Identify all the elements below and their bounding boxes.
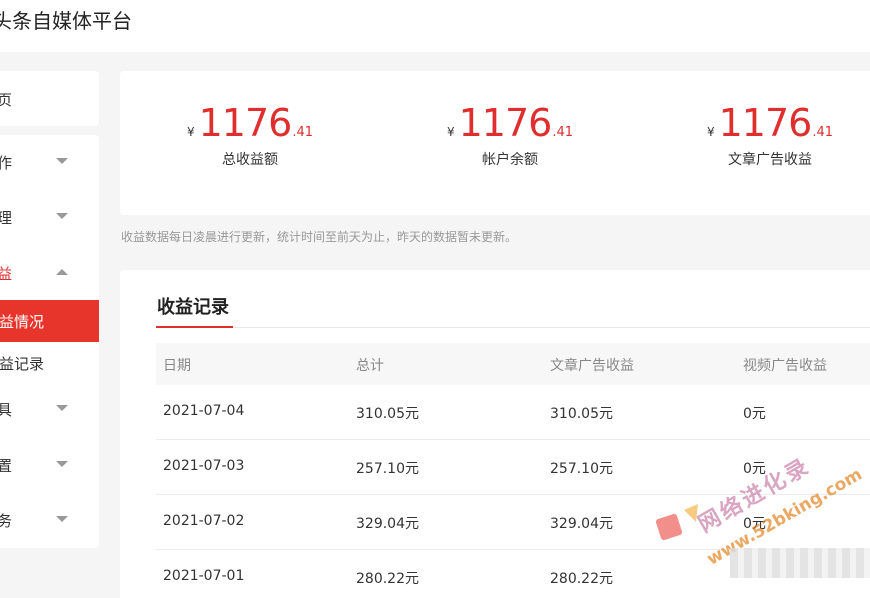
sidebar-item-label: 首页 <box>0 91 13 109</box>
sidebar-item-tools[interactable]: 工具 <box>0 389 99 429</box>
sidebar-item-create[interactable]: 创作 <box>0 142 99 182</box>
cell-video-ad: 0元 <box>743 516 766 532</box>
sidebar-subitem-earnings-overview[interactable]: 收益情况 <box>0 300 99 342</box>
cell-date: 2021-07-03 <box>163 458 245 474</box>
chevron-down-icon <box>56 213 68 219</box>
stat-integer: 1176 <box>718 101 813 145</box>
sidebar-item-earnings[interactable]: 收益 <box>0 253 99 293</box>
table-row: 2021-07-02 329.04元 329.04元 0元 <box>156 495 870 550</box>
cell-video-ad: 0元 <box>743 406 766 422</box>
column-header-total: 总计 <box>356 358 384 374</box>
chevron-down-icon <box>56 158 68 164</box>
top-header: 头条自媒体平台 <box>0 0 870 52</box>
stat-value: ¥1176.41 <box>640 101 870 145</box>
update-notice: 收益数据每日凌晨进行更新，统计时间至前天为止，昨天的数据暂未更新。 <box>121 230 518 244</box>
column-header-date: 日期 <box>163 358 191 374</box>
stat-total-earnings: ¥1176.41 总收益额 <box>120 101 380 169</box>
sidebar-item-label: 工具 <box>0 401 13 419</box>
cell-article-ad: 280.22元 <box>550 571 613 587</box>
cell-date: 2021-07-02 <box>163 513 245 529</box>
cell-total: 280.22元 <box>356 571 419 587</box>
sidebar-subitem-earnings-records[interactable]: 收益记录 <box>0 342 99 384</box>
cell-video-ad: 0元 <box>743 461 766 477</box>
sidebar-menu: 创作 管理 收益 收益情况 收益记录 工具 设置 服务 <box>0 135 99 548</box>
sidebar-item-settings[interactable]: 设置 <box>0 445 99 485</box>
stat-article-ad-earnings: ¥1176.41 文章广告收益 <box>640 101 870 169</box>
sidebar-subitem-label: 收益记录 <box>0 355 45 373</box>
cell-article-ad: 257.10元 <box>550 461 613 477</box>
stat-value: ¥1176.41 <box>380 101 640 145</box>
cell-total: 257.10元 <box>356 461 419 477</box>
sidebar-item-services[interactable]: 服务 <box>0 500 99 540</box>
chevron-down-icon <box>56 461 68 467</box>
chevron-down-icon <box>56 405 68 411</box>
stat-decimal: .41 <box>812 125 834 140</box>
table-header: 日期 总计 文章广告收益 视频广告收益 <box>156 343 870 385</box>
stat-caption: 帐户余额 <box>482 152 538 168</box>
stat-caption: 文章广告收益 <box>728 152 812 168</box>
cell-date: 2021-07-01 <box>163 568 245 584</box>
active-tab-underline <box>156 326 233 328</box>
sidebar-item-manage[interactable]: 管理 <box>0 197 99 237</box>
sidebar-item-label: 服务 <box>0 512 13 530</box>
cell-article-ad: 310.05元 <box>550 406 613 422</box>
sidebar-home-card: 首页 <box>0 71 99 126</box>
cell-total: 329.04元 <box>356 516 419 532</box>
tab-divider <box>156 327 870 328</box>
stat-account-balance: ¥1176.41 帐户余额 <box>380 101 640 169</box>
stat-value: ¥1176.41 <box>120 101 380 145</box>
stat-caption: 总收益额 <box>222 152 278 168</box>
table-row: 2021-07-03 257.10元 257.10元 0元 <box>156 440 870 495</box>
cell-date: 2021-07-04 <box>163 403 245 419</box>
stat-decimal: .41 <box>552 125 574 140</box>
chevron-up-icon <box>56 269 68 275</box>
sidebar-item-label: 创作 <box>0 154 13 172</box>
stat-integer: 1176 <box>198 101 293 145</box>
blurred-region <box>730 548 870 578</box>
currency-symbol: ¥ <box>186 125 195 139</box>
earnings-summary-card: ¥1176.41 总收益额 ¥1176.41 帐户余额 ¥1176.41 文章广… <box>120 71 870 215</box>
sidebar-subitem-label: 收益情况 <box>0 313 45 331</box>
platform-title: 头条自媒体平台 <box>0 9 132 33</box>
records-tab-title[interactable]: 收益记录 <box>157 293 229 319</box>
currency-symbol: ¥ <box>706 125 715 139</box>
chevron-down-icon <box>56 516 68 522</box>
cell-total: 310.05元 <box>356 406 419 422</box>
sidebar-item-home[interactable]: 首页 <box>0 79 99 119</box>
currency-symbol: ¥ <box>446 125 455 139</box>
table-row: 2021-07-04 310.05元 310.05元 0元 <box>156 385 870 440</box>
cell-article-ad: 329.04元 <box>550 516 613 532</box>
stat-integer: 1176 <box>458 101 553 145</box>
sidebar-item-label: 设置 <box>0 457 13 475</box>
column-header-article-ad: 文章广告收益 <box>550 358 634 374</box>
stat-decimal: .41 <box>292 125 314 140</box>
sidebar-item-label: 收益 <box>0 265 13 283</box>
column-header-video-ad: 视频广告收益 <box>743 358 827 374</box>
sidebar-item-label: 管理 <box>0 209 13 227</box>
